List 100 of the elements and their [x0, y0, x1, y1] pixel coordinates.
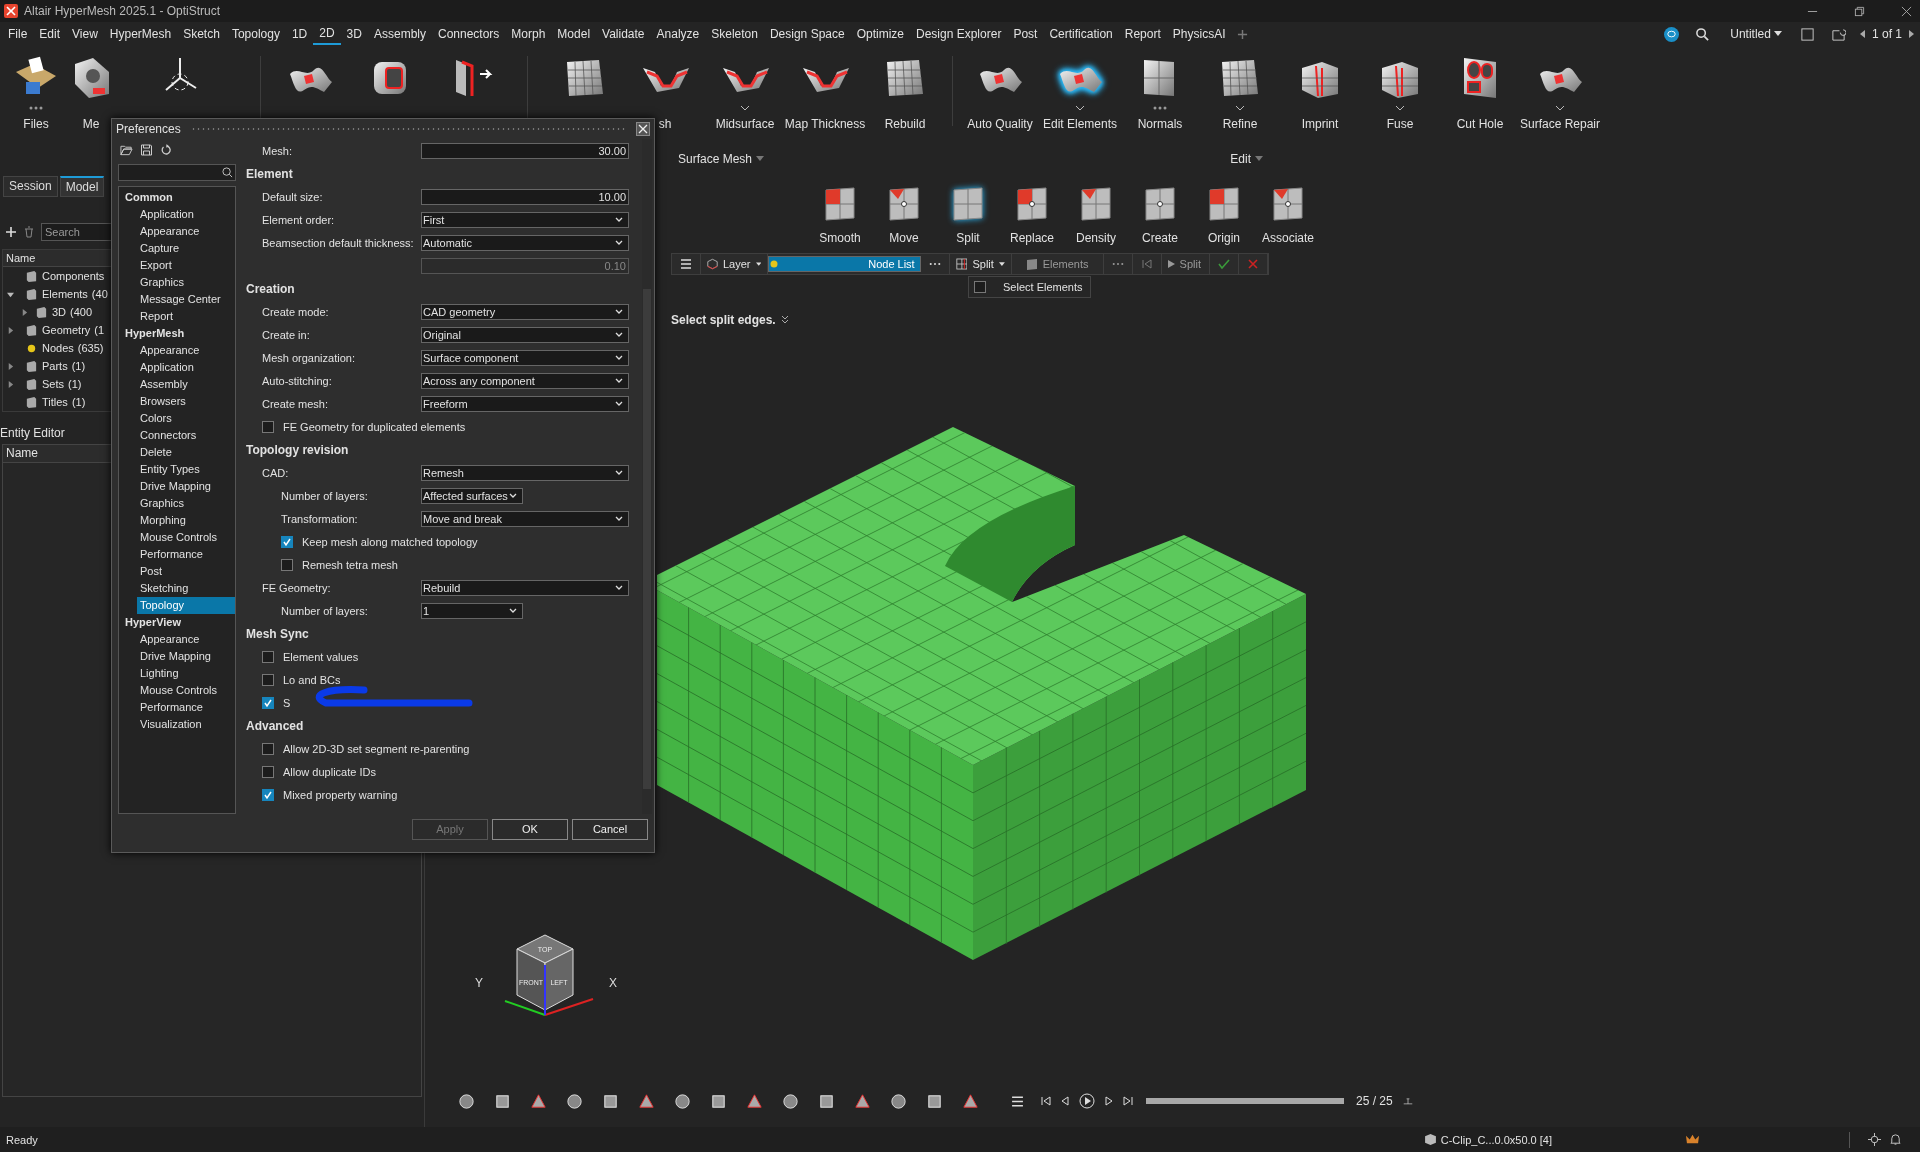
ribbon-button[interactable]: Files	[0, 46, 72, 132]
tree-item[interactable]: Parts	[42, 360, 68, 372]
checkbox[interactable]	[974, 281, 986, 293]
expand-arrow-icon[interactable]	[7, 326, 14, 334]
tool-button[interactable]: Density	[1064, 183, 1128, 246]
category-item[interactable]: Post	[137, 562, 235, 580]
dropdown[interactable]: CAD geometry	[421, 303, 629, 320]
crosshair-icon[interactable]	[1868, 1133, 1881, 1146]
panel-tab[interactable]: Session	[3, 176, 58, 197]
category-item[interactable]: Lighting	[137, 664, 235, 682]
reset-icon[interactable]	[160, 143, 173, 156]
more-dots-icon[interactable]	[29, 105, 43, 111]
ribbon-button[interactable]: Auto Quality	[960, 46, 1040, 132]
search-field[interactable]	[118, 163, 236, 181]
category-item[interactable]: Appearance	[137, 341, 235, 359]
checkbox-label[interactable]: Mixed property warning	[283, 788, 398, 801]
dropdown[interactable]: Surface component	[421, 349, 629, 366]
tool-button[interactable]: Split	[936, 183, 1000, 246]
caret-icon[interactable]	[1553, 105, 1567, 111]
checkbox-label[interactable]: Element values	[283, 650, 359, 663]
add-icon[interactable]	[5, 226, 17, 238]
category-item[interactable]: Visualization	[137, 715, 235, 733]
checkbox[interactable]	[262, 650, 274, 663]
view-cube-drawing[interactable]	[516, 934, 574, 1011]
category-item[interactable]: Message Center	[137, 290, 235, 308]
dialog-button[interactable]: OK	[492, 818, 568, 840]
square-icon[interactable]	[1799, 26, 1815, 42]
collector-button[interactable]: Node List	[768, 256, 921, 272]
close-icon[interactable]	[1901, 5, 1912, 17]
menu-item[interactable]: Validate	[596, 24, 651, 44]
next-icon[interactable]	[1908, 30, 1914, 38]
tree-item[interactable]: Sets	[42, 378, 64, 390]
menu-item[interactable]: 3D	[340, 24, 368, 44]
chat-icon[interactable]	[1664, 26, 1680, 42]
menu-item[interactable]: Assembly	[367, 24, 432, 44]
restore-icon[interactable]	[1854, 5, 1865, 17]
notification-bell-icon[interactable]	[1889, 1133, 1902, 1146]
checkbox[interactable]	[262, 696, 274, 709]
search-icon[interactable]	[1695, 26, 1711, 42]
caret-icon[interactable]	[738, 105, 752, 111]
ribbon-button[interactable]: Rebuild	[865, 46, 945, 132]
category-item[interactable]: Connectors	[137, 426, 235, 444]
menu-item[interactable]: Topology	[225, 24, 286, 44]
menu-item[interactable]: Connectors	[431, 24, 506, 44]
tree-item[interactable]: Components	[42, 270, 105, 282]
menu-item[interactable]: PhysicsAI	[1166, 24, 1232, 44]
expand-arrow-icon[interactable]	[7, 362, 14, 370]
ribbon-button[interactable]: Map Thickness	[785, 46, 865, 132]
caret-icon[interactable]	[1073, 105, 1087, 111]
ribbon-button[interactable]: Cut Hole	[1440, 46, 1520, 132]
checkbox[interactable]	[262, 673, 274, 686]
window-refresh-icon[interactable]	[1830, 26, 1846, 42]
checkbox-label[interactable]: Allow 2D-3D set segment re-parenting	[283, 742, 470, 755]
more-dots-icon[interactable]	[1153, 105, 1167, 111]
tree-item[interactable]: 3D	[52, 306, 67, 318]
delete-icon[interactable]	[23, 226, 35, 238]
number-field[interactable]: 10.00	[421, 188, 629, 205]
tree-item[interactable]: Titles	[42, 396, 68, 408]
tree-item[interactable]: Nodes	[42, 342, 74, 354]
add-tab-icon[interactable]	[1237, 28, 1249, 40]
tree-item[interactable]: Elements	[42, 288, 88, 300]
category-item[interactable]: Graphics	[137, 273, 235, 291]
panel-tab[interactable]: Model	[59, 176, 105, 197]
document-dropdown[interactable]: Untitled	[1730, 27, 1782, 41]
close-icon[interactable]	[636, 122, 650, 136]
current-model-label[interactable]: C-Clip_C...0.0x50.0 [4]	[1440, 1133, 1552, 1146]
step-back-icon[interactable]	[1060, 1096, 1070, 1106]
checkbox-label[interactable]: Lo and BCs	[283, 673, 341, 686]
checkbox[interactable]	[262, 742, 274, 755]
step-forward-icon[interactable]	[1104, 1096, 1114, 1106]
category-item[interactable]: Mouse Controls	[137, 528, 235, 546]
category-item[interactable]: Assembly	[137, 375, 235, 393]
category-item[interactable]: Entity Types	[137, 460, 235, 478]
menu-item[interactable]: Model	[551, 24, 597, 44]
checkbox-label[interactable]: Select Elements	[1003, 281, 1083, 293]
menu-item[interactable]: Skeleton	[705, 24, 764, 44]
category-item[interactable]: Topology	[137, 596, 235, 614]
ribbon-button[interactable]: Fuse	[1360, 46, 1440, 132]
dropdown[interactable]: Freeform	[421, 395, 629, 412]
ribbon-button[interactable]: Refine	[1200, 46, 1280, 132]
dropdown[interactable]: Remesh	[421, 464, 629, 481]
category-item[interactable]: Mouse Controls	[137, 681, 235, 699]
ribbon-button[interactable]: Normals	[1120, 46, 1200, 132]
category-item[interactable]: Drive Mapping	[137, 647, 235, 665]
checkbox[interactable]	[262, 420, 274, 433]
checkbox-label[interactable]: FE Geometry for duplicated elements	[283, 420, 466, 433]
play-icon[interactable]	[1079, 1093, 1095, 1109]
caret-icon[interactable]	[1393, 105, 1407, 111]
dropdown[interactable]: Automatic	[421, 234, 629, 251]
ribbon-button[interactable]: Surface Repair	[1520, 46, 1600, 132]
dropdown[interactable]: 1	[421, 602, 523, 619]
tool-button[interactable]: Move	[872, 183, 936, 246]
menu-item[interactable]: Morph	[505, 24, 552, 44]
ribbon-button[interactable]: sh	[625, 46, 705, 132]
menu-item[interactable]: Edit	[33, 24, 67, 44]
expand-arrow-icon[interactable]	[21, 308, 28, 316]
category-item[interactable]: Report	[137, 307, 235, 325]
ribbon-button[interactable]: Me	[72, 46, 110, 132]
collector-button[interactable]: Elements	[1011, 254, 1104, 274]
tool-button[interactable]: Associate	[1256, 183, 1320, 246]
